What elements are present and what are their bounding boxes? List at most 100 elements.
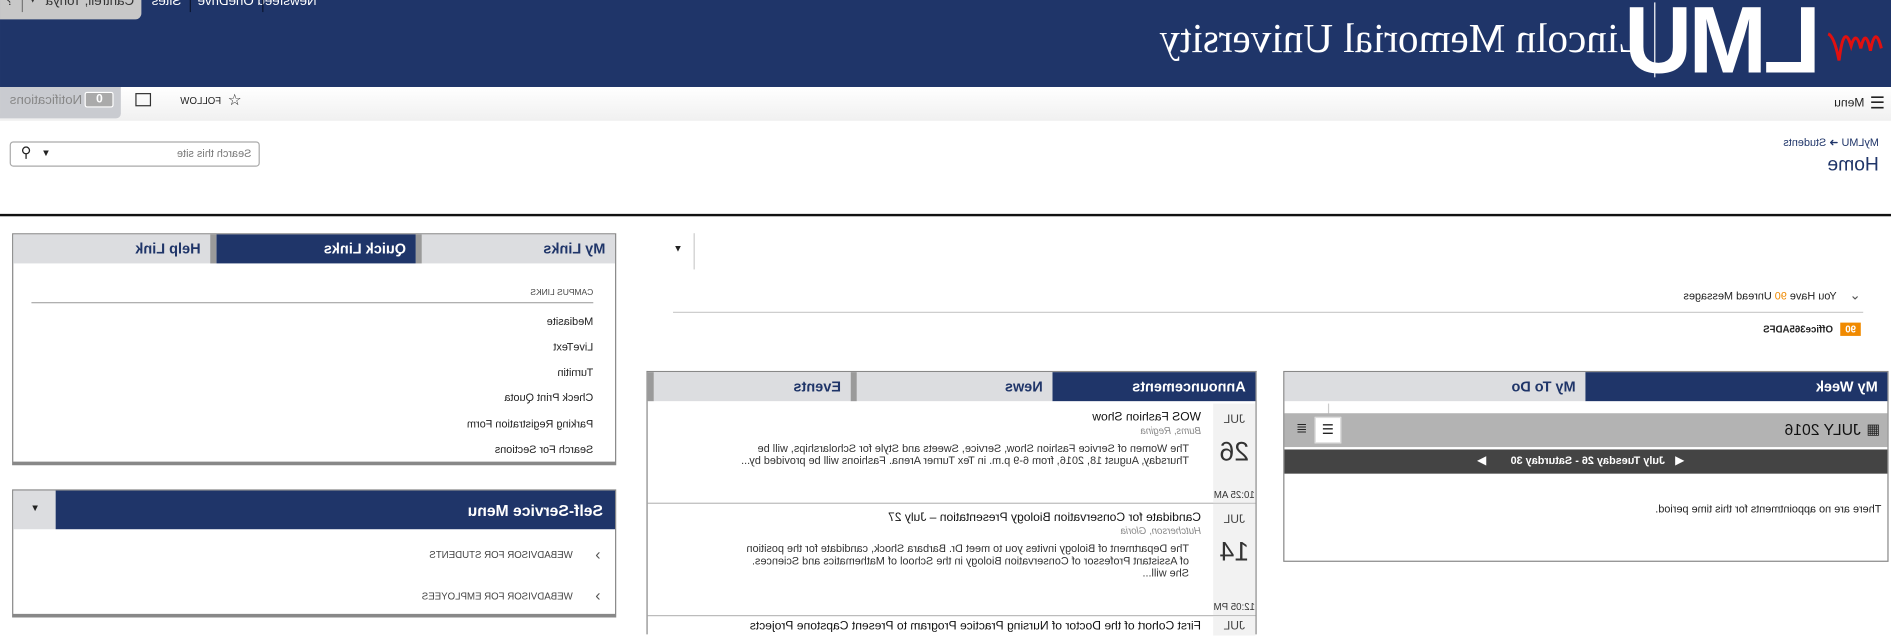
divider [0,213,1891,217]
announcement-title[interactable]: First Cohort of the Doctor of Nursing Pr… [750,620,1201,633]
menu-button[interactable]: Menu [1834,97,1864,110]
divider [189,0,191,13]
tab-help-link[interactable]: Help Link [13,234,217,264]
star-icon[interactable]: ☆ [228,91,242,110]
quick-link[interactable]: Check Print Quota [504,391,593,403]
chevron-right-icon: › [595,586,601,605]
help-icon[interactable]: ? [6,0,13,8]
list-view-icon[interactable]: ☰ [1314,416,1342,444]
chevron-down-icon: ▼ [28,0,38,5]
webadvisor-students-link[interactable]: WEBADVISOR FOR STUDENTS [429,550,572,561]
site-header: LMU Lincoln Memorial University Newsfeed… [0,0,1891,87]
chevron-down-icon[interactable]: ▼ [41,147,51,158]
agenda-view-icon[interactable]: ≣ [1296,420,1307,436]
lmu-logo[interactable]: LMU [1628,0,1821,87]
tab-quick-links[interactable]: Quick Links [216,234,416,264]
tab-my-week[interactable]: My Week [1585,372,1888,402]
time: 10:25 AM [1213,489,1255,501]
quick-link[interactable]: LiveText [553,341,593,353]
announcement-item[interactable]: JUL 26 10:25 AM WOS Fashion Show Bums, Reg… [647,403,1256,504]
notifications-button[interactable]: 0 Notifications [0,86,121,119]
announcement-body: The Department of Biology invites you to… [746,542,1189,579]
day: 14 [1219,536,1250,567]
notifications-count: 0 [85,91,114,108]
suite-bar: ☰ Menu ☆ FOLLOW 0 Notifications [0,86,1891,121]
day: 26 [1219,436,1250,467]
user-menu[interactable]: Cantrell, Tonya ▼ ? [0,0,142,20]
self-service-dropdown[interactable]: ▼ [13,490,56,530]
breadcrumb-current[interactable]: Students [1783,137,1826,149]
message-source[interactable]: Office365ADFS [1763,324,1833,335]
tab-my-links[interactable]: My Links [415,234,616,264]
self-service-panel: Self-Service Menu ▼ › WEBADVISOR FOR STU… [12,489,617,618]
calendar-toolbar: ▦ JULY 2016 ☰ ≣ [1284,413,1888,448]
divider [21,0,23,13]
breadcrumb: MyLMU ➜ Students [1783,137,1879,150]
next-week-icon[interactable]: ▶ [1477,454,1486,467]
web-part-dropdown[interactable]: ▼ [660,233,695,270]
announcement-body: The Women of Service Fashion Show, Servi… [741,442,1189,467]
university-name: Lincoln Memorial University [1159,16,1644,62]
divider [31,302,594,304]
signature-logo-icon [1827,32,1883,61]
message-badge: 90 [1840,322,1861,336]
search-box[interactable]: Search this site ▼ ⚲ [9,141,260,167]
page: LMU Lincoln Memorial University Newsfeed… [0,0,1891,636]
sites-link[interactable]: Sites [152,0,182,8]
my-week-panel: My Week My To Do ▼ ▦ JULY 2016 ☰ ≣ ◀ Jul… [1283,370,1889,562]
unread-count: 90 [1774,289,1787,303]
search-icon[interactable]: ⚲ [21,144,32,161]
quick-link[interactable]: Mediasite [547,315,594,327]
tab-my-to-do[interactable]: My To Do [1284,372,1586,402]
webadvisor-employees-link[interactable]: WEBADVISOR FOR EMPLOYEES [422,591,573,602]
divider [262,0,264,13]
announcement-title[interactable]: Candidate for Conservation Biology Prese… [888,511,1201,524]
time: 12:05 PM [1213,601,1255,613]
announcement-item[interactable]: JUL First Cohort of the Doctor of Nursin… [648,616,1256,636]
onedrive-link[interactable]: OneDrive [198,0,254,8]
tab-announcements[interactable]: Announcements [1052,372,1256,402]
announcement-author: Bums, Regina [1140,425,1202,437]
self-service-title: Self-Service Menu [467,501,603,520]
breadcrumb-parent[interactable]: MyLMU [1841,137,1878,149]
date-column: JUL 14 12:05 PM [1213,503,1256,616]
page-title: Home [1827,154,1879,176]
unread-messages[interactable]: You Have 90 Unread Messages [1683,290,1836,302]
logo-divider [1654,2,1656,78]
tab-news[interactable]: News [850,372,1053,402]
self-service-header: Self-Service Menu [55,490,616,530]
calendar-icon: ▦ [1866,420,1881,438]
quick-link[interactable]: Turnitin [557,366,593,378]
quick-link[interactable]: Parking Registration Form [467,418,593,430]
week-range: July Tuesday 26 - Saturday 30 [1510,454,1666,467]
month-label: JULY 2016 [1784,420,1861,439]
announcement-item[interactable]: JUL 14 12:05 PM Candidate for Conservation… [647,503,1256,617]
month: JUL [1223,513,1246,527]
announcement-author: Hutcherson, Gloria [1120,525,1202,537]
month: JUL [1223,413,1246,427]
week-navigator: ◀ July Tuesday 26 - Saturday 30 ▶ [1284,449,1888,474]
hamburger-icon[interactable]: ☰ [1870,93,1885,112]
date-column: JUL 26 10:25 AM [1213,403,1256,503]
chevron-right-icon: › [595,544,601,564]
divider [673,311,1864,313]
focus-icon[interactable] [135,93,152,107]
date-column: JUL [1213,616,1256,636]
newsfeed-link[interactable]: Newsfeed [257,0,316,8]
links-panel: My Links Quick Links Help Link CAMPUS LI… [12,233,617,466]
prev-week-icon[interactable]: ◀ [1675,454,1684,467]
announcements-panel: Announcements News Events JUL 26 10:25 AM … [646,370,1257,636]
campus-links-heading: CAMPUS LINKS [530,288,594,298]
chevron-down-icon: ▼ [673,242,683,254]
follow-button[interactable]: FOLLOW [180,95,221,106]
label: Unread Messages [1683,289,1775,303]
quick-link[interactable]: Search For Sections [495,443,594,455]
month: JUL [1223,619,1246,634]
label: You Have [1786,289,1837,303]
tab-events[interactable]: Events [647,372,851,402]
search-input[interactable]: Search this site [177,147,251,159]
announcement-title[interactable]: WOS Fashion Show [1092,411,1201,424]
notifications-label: Notifications [9,93,83,108]
chevron-down-icon[interactable]: ⌄ [1850,288,1861,303]
chevron-down-icon: ▼ [30,502,40,514]
